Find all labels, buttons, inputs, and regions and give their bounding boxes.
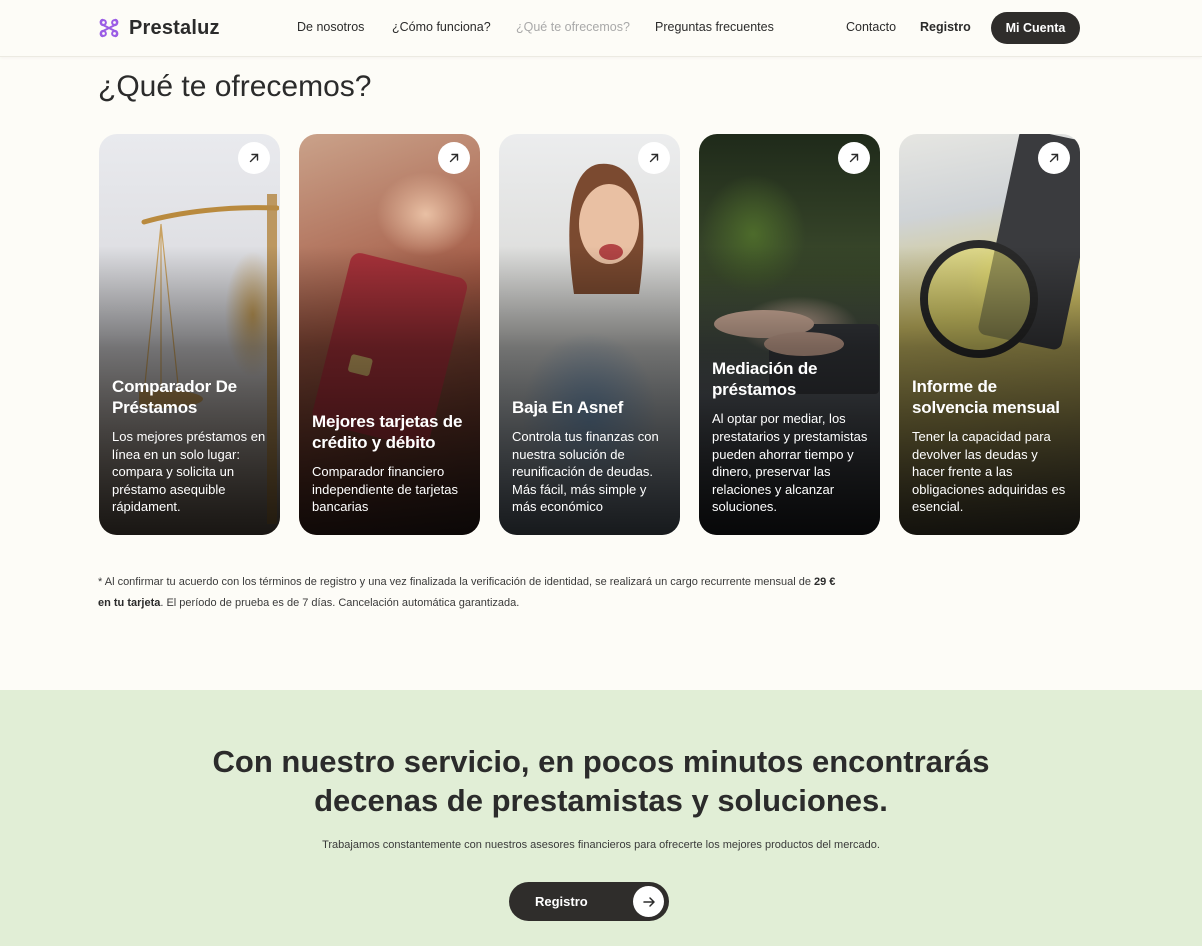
card-description: Al optar por mediar, los prestatarios y … (712, 411, 868, 515)
logo-icon (99, 18, 119, 38)
offer-card-credit-cards[interactable]: Mejores tarjetas de crédito y débito Com… (299, 134, 480, 535)
nav-de-nosotros[interactable]: De nosotros (297, 20, 364, 34)
logo[interactable]: Prestaluz (98, 15, 220, 41)
promo-subtitle: Trabajamos constantemente con nuestros a… (322, 839, 880, 851)
card-description: Controla tus finanzas con nuestra soluci… (512, 429, 659, 515)
nav-que-te-ofrecemos[interactable]: ¿Qué te ofrecemos? (516, 20, 630, 34)
promo-section: Con nuestro servicio, en pocos minutos e… (0, 690, 1202, 946)
card-description: Comparador financiero independiente de t… (312, 464, 459, 515)
promo-title-line-2: decenas de prestamistas y soluciones. (314, 783, 888, 818)
nav-contacto[interactable]: Contacto (846, 20, 896, 34)
promo-title-line-1: Con nuestro servicio, en pocos minutos e… (212, 744, 990, 779)
site-header: Prestaluz De nosotros ¿Cómo funciona? ¿Q… (0, 0, 1202, 57)
card-title: Informe de solvencia mensual (912, 377, 1060, 418)
card-description: Tener la capacidad para devolver las deu… (912, 429, 1066, 515)
brand-name: Prestaluz (129, 16, 220, 39)
card-title: Baja En Asnef (512, 398, 624, 418)
offer-card-solvency-report[interactable]: Informe de solvencia mensual Tener la ca… (899, 134, 1080, 535)
my-account-button[interactable]: Mi Cuenta (991, 12, 1080, 44)
section-title: ¿Qué te ofrecemos? (98, 70, 372, 103)
card-description: Los mejores préstamos en línea en un sol… (112, 429, 266, 515)
arrow-up-right-icon[interactable] (438, 142, 470, 174)
register-button-label: Registro (535, 894, 588, 909)
register-button[interactable]: Registro (509, 882, 669, 921)
nav-como-funciona[interactable]: ¿Cómo funciona? (392, 20, 491, 34)
arrow-up-right-icon[interactable] (1038, 142, 1070, 174)
offer-card-loan-comparator[interactable]: Comparador De Préstamos Los mejores prés… (99, 134, 280, 535)
nav-preguntas-frecuentes[interactable]: Preguntas frecuentes (655, 20, 774, 34)
register-link[interactable]: Registro (920, 20, 971, 34)
arrow-up-right-icon[interactable] (838, 142, 870, 174)
card-title: Mediación de préstamos (712, 359, 818, 400)
pricing-footnote: * Al confirmar tu acuerdo con los términ… (98, 572, 838, 614)
offer-card-asnef[interactable]: Baja En Asnef Controla tus finanzas con … (499, 134, 680, 535)
card-title: Mejores tarjetas de crédito y débito (312, 412, 463, 453)
footnote-suffix: . El período de prueba es de 7 días. Can… (160, 597, 520, 609)
promo-title: Con nuestro servicio, en pocos minutos e… (0, 742, 1202, 820)
arrow-right-icon (633, 886, 664, 917)
footnote-prefix: * Al confirmar tu acuerdo con los términ… (98, 576, 814, 588)
arrow-up-right-icon[interactable] (238, 142, 270, 174)
arrow-up-right-icon[interactable] (638, 142, 670, 174)
card-title: Comparador De Préstamos (112, 377, 237, 418)
offer-card-loan-mediation[interactable]: Mediación de préstamos Al optar por medi… (699, 134, 880, 535)
